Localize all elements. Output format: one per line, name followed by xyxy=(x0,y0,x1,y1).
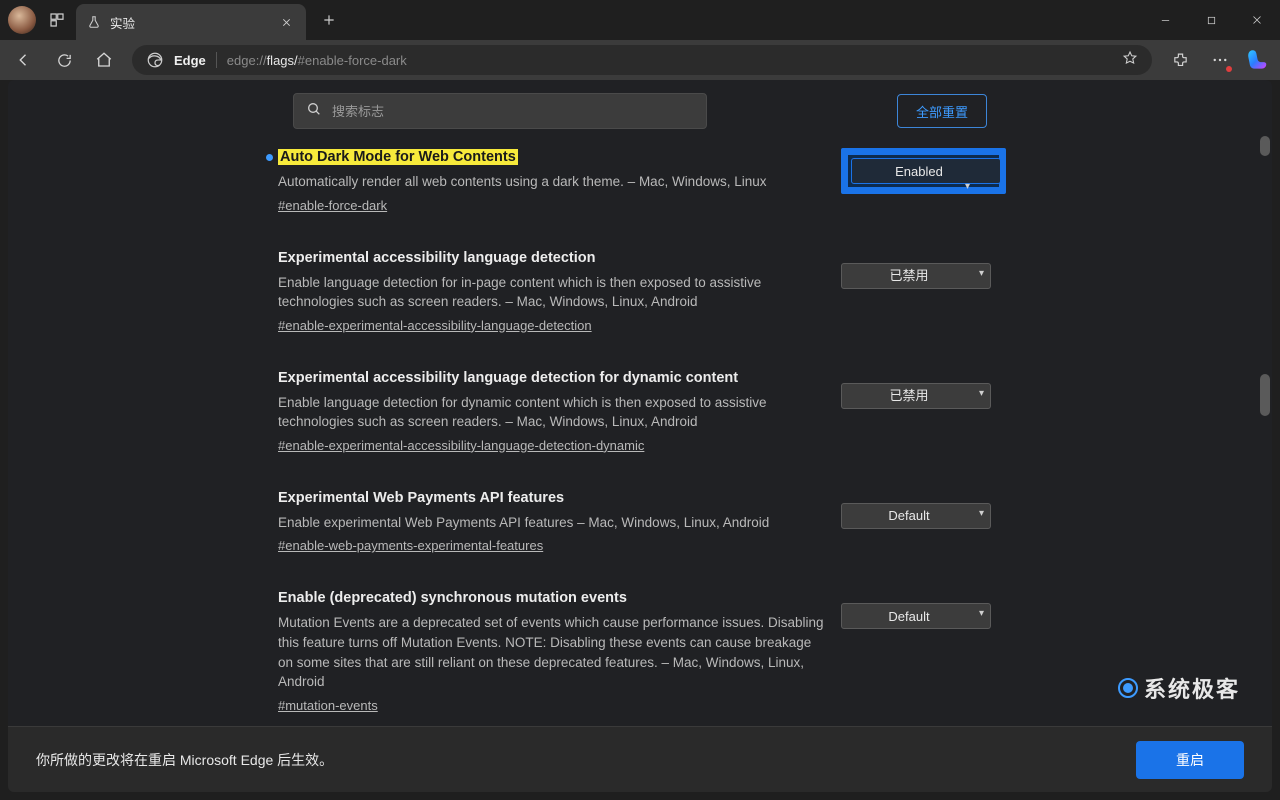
flag-select[interactable]: Default xyxy=(841,603,991,629)
home-button[interactable] xyxy=(86,44,122,76)
settings-more-button[interactable] xyxy=(1202,44,1238,76)
refresh-button[interactable] xyxy=(46,44,82,76)
flag-item: Experimental Web Payments API features En… xyxy=(278,477,1006,578)
reset-all-button[interactable]: 全部重置 xyxy=(897,94,987,128)
flag-description: Enable experimental Web Payments API fea… xyxy=(278,513,825,533)
flag-control: 已禁用 xyxy=(841,369,1006,409)
flag-control: Enabled xyxy=(841,148,1006,194)
extensions-button[interactable] xyxy=(1162,44,1198,76)
notification-dot-icon xyxy=(1226,66,1232,72)
flag-item: Experimental accessibility language dete… xyxy=(278,357,1006,477)
flag-title: Auto Dark Mode for Web Contents xyxy=(278,149,518,165)
flag-item: Enable (deprecated) synchronous mutation… xyxy=(278,577,1006,726)
favorite-icon[interactable] xyxy=(1122,50,1138,71)
flags-page: 全部重置 Auto Dark Mode for Web ContentsAuto… xyxy=(8,80,1272,792)
new-tab-button[interactable] xyxy=(314,5,344,35)
flags-list: Auto Dark Mode for Web Contents Automatic… xyxy=(278,136,1006,726)
edge-icon xyxy=(146,51,164,69)
flag-title: Experimental accessibility language dete… xyxy=(278,250,596,266)
search-flags-box[interactable] xyxy=(293,93,707,129)
flag-item: Experimental accessibility language dete… xyxy=(278,237,1006,357)
flag-anchor-link[interactable]: #enable-web-payments-experimental-featur… xyxy=(278,538,543,553)
flag-description: Enable language detection for in-page co… xyxy=(278,273,825,312)
flag-anchor-link[interactable]: #enable-experimental-accessibility-langu… xyxy=(278,438,644,453)
toolbar: Edge edge://flags/#enable-force-dark xyxy=(0,40,1280,80)
close-tab-button[interactable] xyxy=(278,14,294,30)
flag-item: Auto Dark Mode for Web Contents Automatic… xyxy=(278,136,1006,237)
restart-banner: 你所做的更改将在重启 Microsoft Edge 后生效。 重启 xyxy=(8,726,1272,792)
flag-title: Experimental accessibility language dete… xyxy=(278,370,738,386)
flag-anchor-link[interactable]: #mutation-events xyxy=(278,698,378,713)
modified-dot-icon xyxy=(266,154,273,161)
flag-select[interactable]: 已禁用 xyxy=(841,383,991,409)
flag-select[interactable]: 已禁用 xyxy=(841,263,991,289)
profile-avatar[interactable] xyxy=(8,6,36,34)
flag-title: Enable (deprecated) synchronous mutation… xyxy=(278,590,627,606)
workspaces-icon[interactable] xyxy=(44,7,70,33)
window-maximize-button[interactable] xyxy=(1188,0,1234,40)
flag-description: Automatically render all web contents us… xyxy=(278,172,825,192)
scrollbar[interactable] xyxy=(1258,136,1270,726)
flag-description: Mutation Events are a deprecated set of … xyxy=(278,613,825,691)
titlebar: 实验 xyxy=(0,0,1280,40)
flask-icon xyxy=(86,14,102,30)
flag-select[interactable]: Default xyxy=(841,503,991,529)
search-icon xyxy=(306,101,322,122)
flag-select[interactable]: Enabled xyxy=(851,158,1001,184)
flag-control: Default xyxy=(841,589,1006,629)
flag-anchor-link[interactable]: #enable-experimental-accessibility-langu… xyxy=(278,318,592,333)
window-close-button[interactable] xyxy=(1234,0,1280,40)
back-button[interactable] xyxy=(6,44,42,76)
watermark: 系统极客 xyxy=(1116,672,1240,704)
flag-control: Default xyxy=(841,489,1006,529)
flag-description: Enable language detection for dynamic co… xyxy=(278,393,825,432)
search-flags-input[interactable] xyxy=(332,104,694,119)
browser-tab[interactable]: 实验 xyxy=(76,4,306,40)
scroll-thumb[interactable] xyxy=(1260,374,1270,416)
flag-control: 已禁用 xyxy=(841,249,1006,289)
flag-anchor-link[interactable]: #enable-force-dark xyxy=(278,198,387,213)
separator xyxy=(216,52,217,68)
site-identity-label: Edge xyxy=(174,53,206,68)
window-minimize-button[interactable] xyxy=(1142,0,1188,40)
flag-title: Experimental Web Payments API features xyxy=(278,490,564,506)
tab-title: 实验 xyxy=(110,13,270,32)
restart-button[interactable]: 重启 xyxy=(1136,741,1244,779)
restart-message: 你所做的更改将在重启 Microsoft Edge 后生效。 xyxy=(36,750,333,770)
url-text: edge://flags/#enable-force-dark xyxy=(227,53,407,68)
address-bar[interactable]: Edge edge://flags/#enable-force-dark xyxy=(132,45,1152,75)
flags-header: 全部重置 xyxy=(8,80,1272,136)
scroll-arrow-up-icon[interactable] xyxy=(1260,136,1270,156)
copilot-button[interactable] xyxy=(1242,44,1274,76)
